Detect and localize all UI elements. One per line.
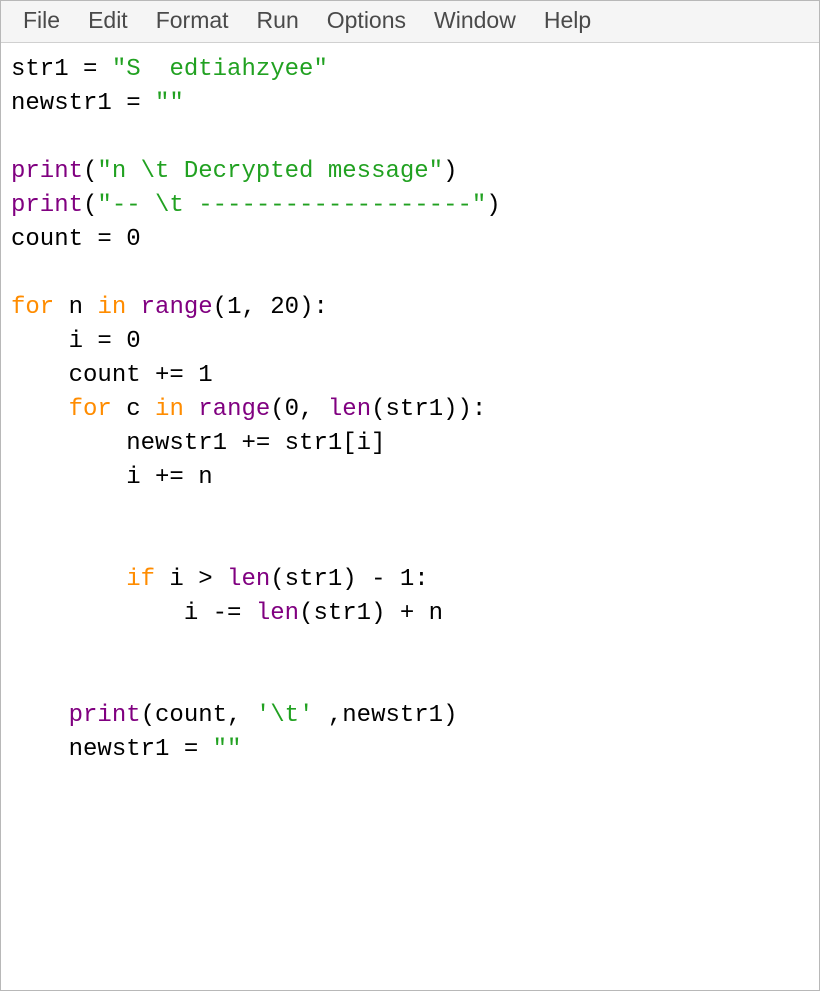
- code-line-6: count = 0: [11, 226, 141, 253]
- menu-file[interactable]: File: [9, 5, 74, 36]
- code-line-4: print("n \t Decrypted message"): [11, 158, 457, 185]
- menu-options[interactable]: Options: [313, 5, 420, 36]
- menu-run[interactable]: Run: [243, 5, 313, 36]
- code-line-16: if i > len(str1) - 1:: [11, 566, 429, 593]
- editor-window: File Edit Format Run Options Window Help…: [0, 0, 820, 991]
- menu-edit[interactable]: Edit: [74, 5, 142, 36]
- code-line-17: i -= len(str1) + n: [11, 600, 443, 627]
- code-line-8: for n in range(1, 20):: [11, 294, 328, 321]
- code-line-9: i = 0: [11, 328, 141, 355]
- code-line-10: count += 1: [11, 362, 213, 389]
- code-line-2: newstr1 = "": [11, 90, 184, 117]
- menu-bar: File Edit Format Run Options Window Help: [1, 1, 819, 43]
- code-line-11: for c in range(0, len(str1)):: [11, 396, 486, 423]
- menu-help[interactable]: Help: [530, 5, 605, 36]
- code-line-5: print("-- \t -------------------"): [11, 192, 501, 219]
- menu-window[interactable]: Window: [420, 5, 530, 36]
- code-editor[interactable]: str1 = "S edtiahzyee" newstr1 = "" print…: [1, 43, 819, 990]
- code-line-1: str1 = "S edtiahzyee": [11, 56, 328, 83]
- code-line-21: newstr1 = "": [11, 736, 241, 763]
- code-line-13: i += n: [11, 464, 213, 491]
- code-line-20: print(count, '\t' ,newstr1): [11, 702, 457, 729]
- code-line-12: newstr1 += str1[i]: [11, 430, 385, 457]
- menu-format[interactable]: Format: [142, 5, 243, 36]
